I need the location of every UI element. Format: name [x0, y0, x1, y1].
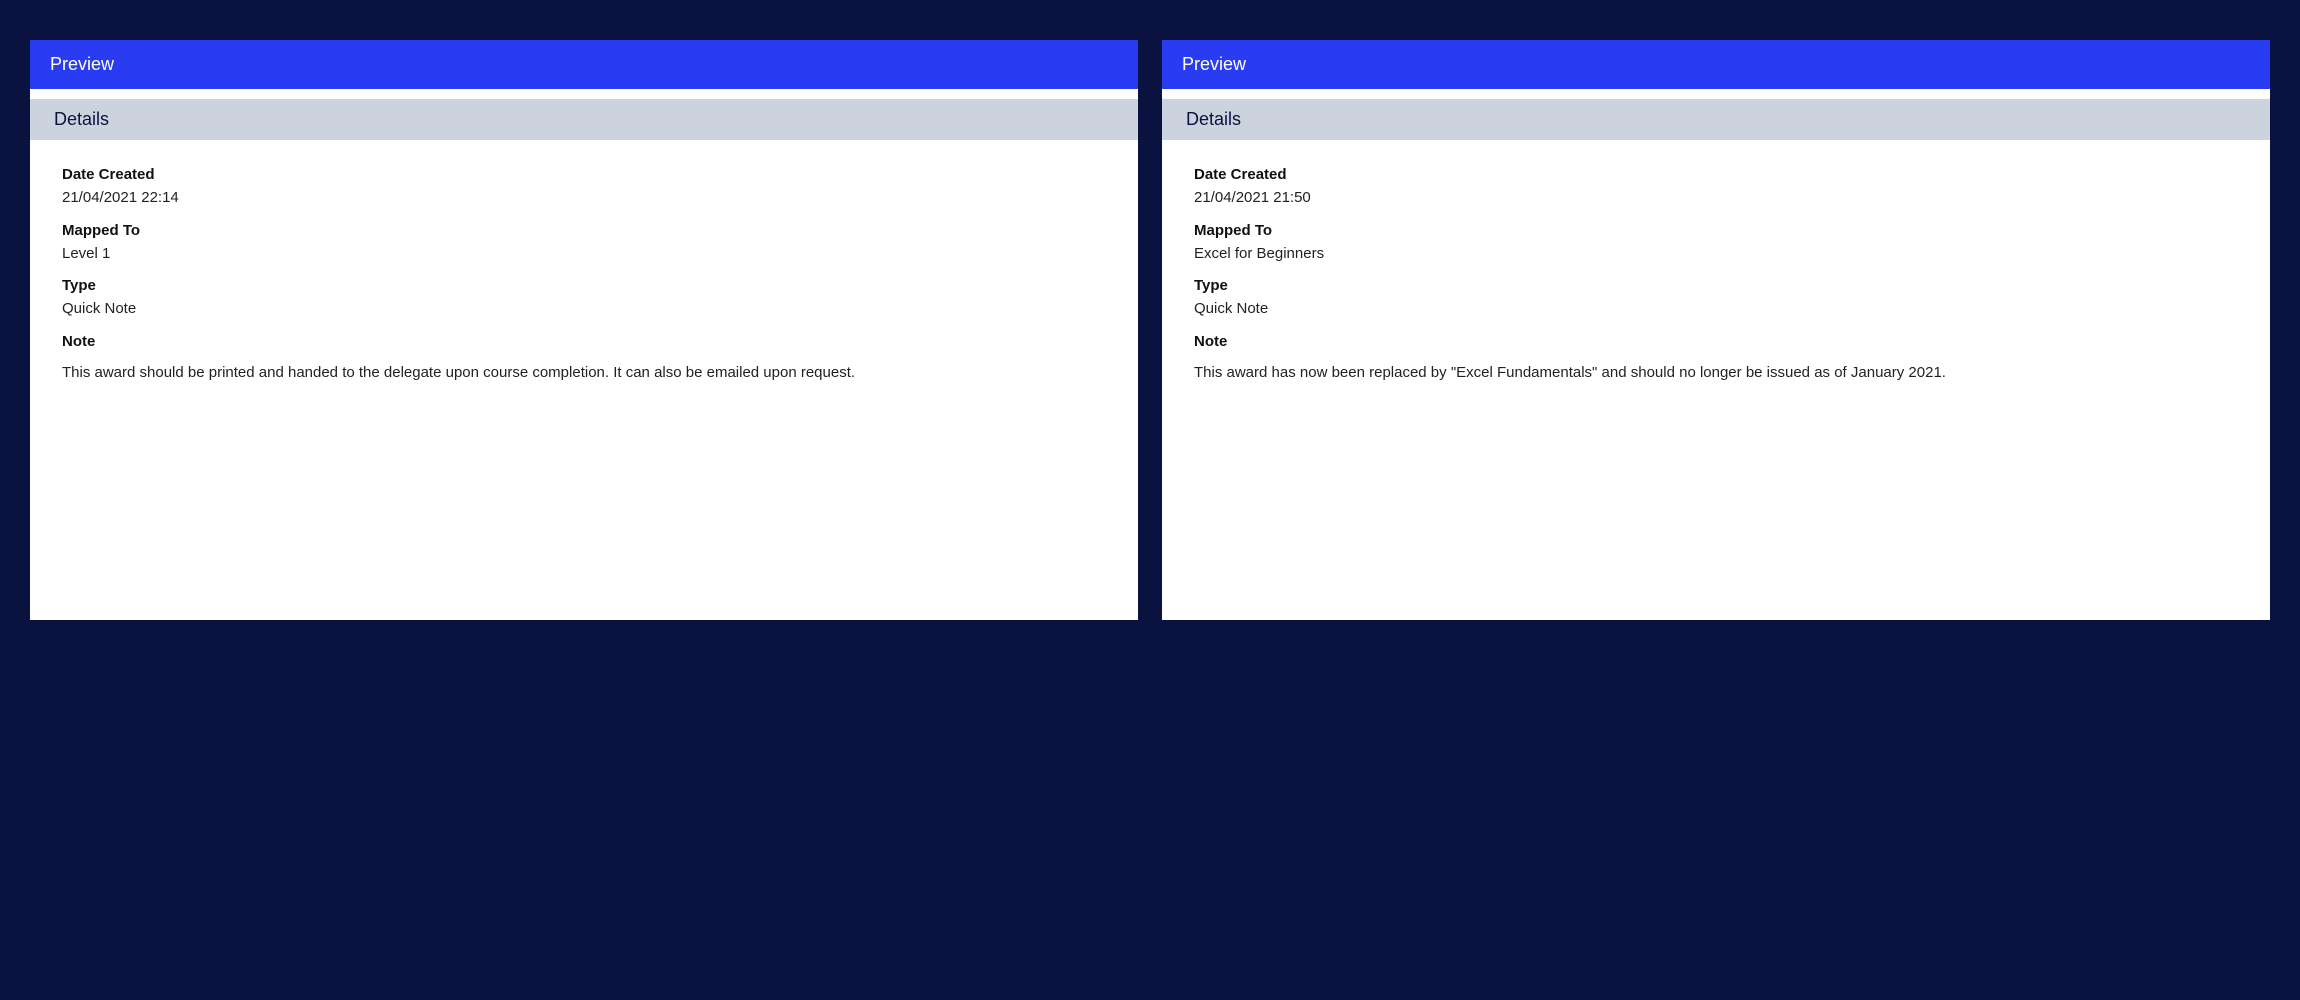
note-value: This award should be printed and handed … [62, 362, 1106, 385]
details-section-header: Details [30, 99, 1138, 140]
field-note: Note [62, 333, 1106, 350]
date-created-label: Date Created [62, 166, 1106, 183]
date-created-value: 21/04/2021 21:50 [1194, 187, 2238, 210]
details-section-header: Details [1162, 99, 2270, 140]
field-date-created: Date Created 21/04/2021 21:50 [1194, 166, 2238, 210]
card-header: Preview [1162, 40, 2270, 89]
preview-card: Preview Details Date Created 21/04/2021 … [30, 40, 1138, 620]
note-label: Note [62, 333, 1106, 350]
mapped-to-label: Mapped To [1194, 222, 2238, 239]
note-value: This award has now been replaced by "Exc… [1194, 362, 2238, 385]
date-created-value: 21/04/2021 22:14 [62, 187, 1106, 210]
type-value: Quick Note [62, 298, 1106, 321]
type-value: Quick Note [1194, 298, 2238, 321]
details-section-body: Date Created 21/04/2021 21:50 Mapped To … [1162, 140, 2270, 412]
mapped-to-value: Excel for Beginners [1194, 243, 2238, 266]
date-created-label: Date Created [1194, 166, 2238, 183]
field-mapped-to: Mapped To Excel for Beginners [1194, 222, 2238, 266]
mapped-to-label: Mapped To [62, 222, 1106, 239]
type-label: Type [62, 277, 1106, 294]
note-label: Note [1194, 333, 2238, 350]
field-note: Note [1194, 333, 2238, 350]
details-section-body: Date Created 21/04/2021 22:14 Mapped To … [30, 140, 1138, 412]
preview-card: Preview Details Date Created 21/04/2021 … [1162, 40, 2270, 620]
field-type: Type Quick Note [62, 277, 1106, 321]
field-date-created: Date Created 21/04/2021 22:14 [62, 166, 1106, 210]
type-label: Type [1194, 277, 2238, 294]
mapped-to-value: Level 1 [62, 243, 1106, 266]
field-mapped-to: Mapped To Level 1 [62, 222, 1106, 266]
card-header: Preview [30, 40, 1138, 89]
field-type: Type Quick Note [1194, 277, 2238, 321]
